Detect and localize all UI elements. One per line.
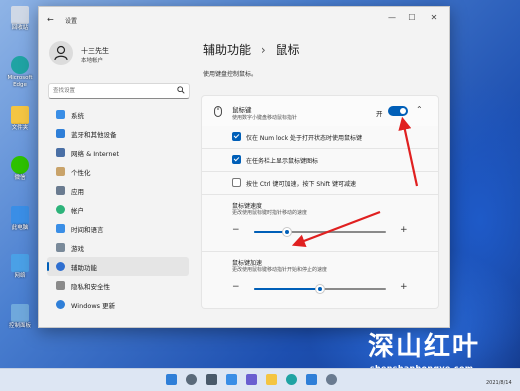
watermark-title: 深山红叶 <box>368 332 481 362</box>
chat-icon[interactable] <box>246 374 257 385</box>
task-view-icon[interactable] <box>206 374 217 385</box>
annotation-arrow-toggle <box>398 116 419 187</box>
edge-icon[interactable] <box>286 374 297 385</box>
start-icon[interactable] <box>166 374 177 385</box>
annotation-arrow-slider <box>291 210 381 248</box>
file-explorer-icon[interactable] <box>266 374 277 385</box>
settings-icon[interactable] <box>326 374 337 385</box>
widgets-icon[interactable] <box>226 374 237 385</box>
search-icon[interactable] <box>186 374 197 385</box>
taskbar: 2021/8/14 <box>0 368 520 391</box>
store-icon[interactable] <box>306 374 317 385</box>
taskbar-date: 2021/8/14 <box>486 380 512 386</box>
